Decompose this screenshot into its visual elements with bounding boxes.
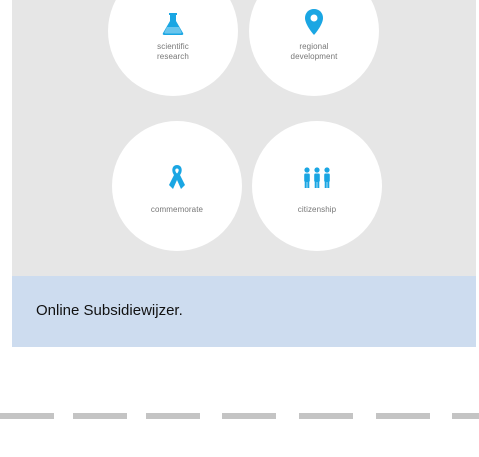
divider-dash: [73, 413, 127, 419]
divider-dash: [376, 413, 430, 419]
people-icon: [302, 167, 332, 194]
category-label-line1: commemorate: [150, 205, 204, 214]
caption-bar: Online Subsidiewijzer.: [12, 276, 476, 347]
category-label-line2: research: [157, 52, 189, 61]
category-label-line2: development: [290, 52, 338, 61]
ribbon-icon: [167, 163, 187, 196]
category-regional-development[interactable]: regional development: [249, 0, 379, 96]
divider-dash: [0, 413, 54, 419]
category-citizenship[interactable]: citizenship: [252, 121, 382, 251]
divider-dash: [299, 413, 353, 419]
map-pin-icon: [304, 8, 324, 41]
dashed-divider: [0, 413, 479, 419]
category-label-line1: regional: [299, 42, 329, 51]
divider-dash: [222, 413, 276, 419]
category-commemorate[interactable]: commemorate: [112, 121, 242, 251]
divider-dash: [146, 413, 200, 419]
subsidy-card: scientific research regional development…: [12, 0, 476, 347]
caption-text: Online Subsidiewijzer.: [36, 302, 183, 319]
category-label-line1: scientific: [157, 42, 189, 51]
category-scientific-research[interactable]: scientific research: [108, 0, 238, 96]
category-panel: scientific research regional development…: [12, 0, 476, 276]
category-label-line1: citizenship: [297, 205, 337, 214]
divider-dash: [452, 413, 479, 419]
flask-icon: [162, 12, 184, 41]
